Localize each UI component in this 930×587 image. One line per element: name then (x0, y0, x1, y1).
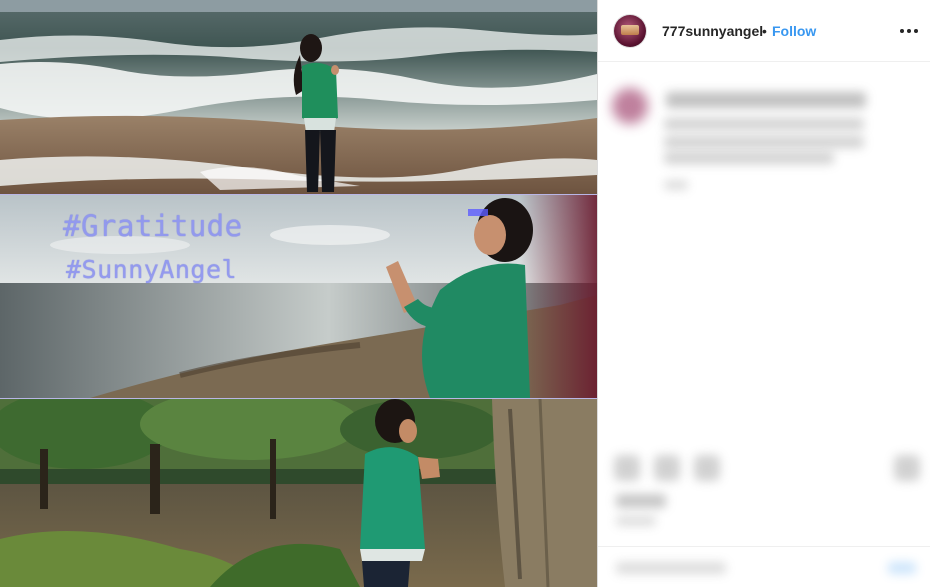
username-link[interactable]: 777sunnyangel (662, 23, 763, 39)
photo-panel-beach (0, 0, 597, 194)
caption-blurred (664, 118, 864, 130)
hashtag-gratitude: #Gratitude (63, 209, 243, 243)
post-photo[interactable]: #Gratitude #SunnyAngel (0, 0, 597, 587)
caption-blurred (666, 92, 866, 108)
comment-icon[interactable] (654, 455, 680, 481)
post-comment-button[interactable] (888, 562, 916, 574)
add-comment-input[interactable] (616, 562, 726, 574)
follow-button[interactable]: Follow (772, 23, 816, 39)
caption-timestamp-blurred (664, 180, 688, 190)
post-header: 777sunnyangel • Follow (598, 0, 930, 62)
post-date-blurred (616, 516, 656, 526)
more-options-icon[interactable] (898, 22, 920, 38)
likes-count-blurred (616, 494, 666, 508)
post-sidebar: 777sunnyangel • Follow (597, 0, 930, 587)
hashtag-sunnyangel: #SunnyAngel (66, 255, 238, 284)
heart-icon[interactable] (614, 455, 640, 481)
photo-panel-forest (0, 399, 597, 587)
comment-divider (598, 546, 930, 547)
share-icon[interactable] (694, 455, 720, 481)
caption-avatar-blurred (612, 88, 648, 124)
avatar[interactable] (614, 15, 646, 47)
photo-panel-sea: #Gratitude #SunnyAngel (0, 195, 597, 398)
bookmark-icon[interactable] (894, 455, 920, 481)
separator-dot: • (762, 23, 767, 39)
caption-blurred (664, 136, 864, 148)
caption-blurred (664, 152, 834, 164)
instagram-post-modal: #Gratitude #SunnyAngel 777sunnyangel • F… (0, 0, 930, 587)
